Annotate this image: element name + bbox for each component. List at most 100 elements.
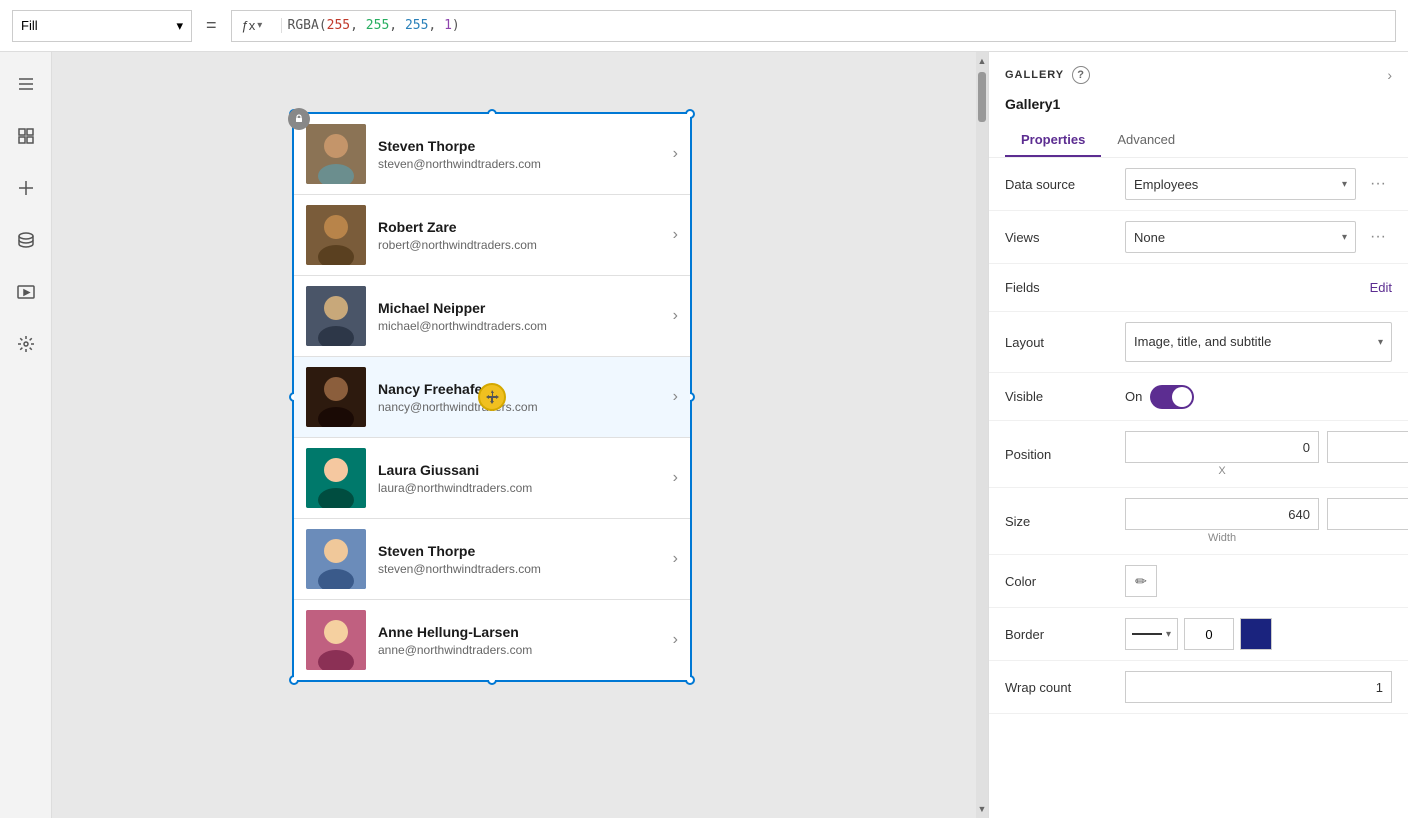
fx-label: ƒx ▾	[242, 18, 282, 33]
item-email: nancy@northwindtraders.com	[378, 400, 665, 414]
data-source-more[interactable]: ···	[1364, 170, 1392, 198]
data-source-control: Employees ▾ ···	[1125, 168, 1392, 200]
wrap-count-label: Wrap count	[1005, 680, 1125, 695]
sidebar-media[interactable]	[10, 276, 42, 308]
sidebar-hamburger[interactable]	[10, 68, 42, 100]
fill-dropdown[interactable]: Fill ▾	[12, 10, 192, 42]
lock-icon[interactable]	[288, 108, 310, 130]
scroll-thumb[interactable]	[978, 72, 986, 122]
canvas-scrollbar[interactable]: ▲ ▼	[976, 52, 988, 818]
visible-toggle-container: On	[1125, 385, 1194, 409]
scroll-up-arrow[interactable]: ▲	[976, 52, 988, 70]
item-email: laura@northwindtraders.com	[378, 481, 665, 495]
visible-toggle[interactable]	[1150, 385, 1194, 409]
views-label: Views	[1005, 230, 1125, 245]
layout-value: Image, title, and subtitle	[1134, 334, 1271, 350]
tab-properties[interactable]: Properties	[1005, 124, 1101, 157]
item-info: Anne Hellung-Larsen anne@northwindtrader…	[378, 624, 665, 657]
gallery-item[interactable]: Laura Giussani laura@northwindtraders.co…	[294, 438, 690, 519]
prop-fields: Fields Edit	[989, 264, 1408, 312]
wrap-count-input[interactable]	[1125, 671, 1392, 703]
data-source-chevron: ▾	[1342, 179, 1347, 190]
position-inputs: X Y	[1125, 431, 1408, 477]
views-chevron: ▾	[1342, 232, 1347, 243]
visible-control: On	[1125, 385, 1392, 409]
gallery-item[interactable]: Steven Thorpe steven@northwindtraders.co…	[294, 519, 690, 600]
border-label: Border	[1005, 627, 1125, 642]
item-name: Anne Hellung-Larsen	[378, 624, 665, 640]
panel-body: Data source Employees ▾ ··· Views None ▾	[989, 158, 1408, 818]
gallery-item[interactable]: Anne Hellung-Larsen anne@northwindtrader…	[294, 600, 690, 680]
item-name: Laura Giussani	[378, 462, 665, 478]
color-label: Color	[1005, 574, 1125, 589]
prop-visible: Visible On	[989, 373, 1408, 421]
formula-bar[interactable]: ƒx ▾ RGBA(255, 255, 255, 1)	[231, 10, 1396, 42]
border-width-input[interactable]	[1184, 618, 1234, 650]
canvas-area[interactable]: Steven Thorpe steven@northwindtraders.co…	[52, 52, 988, 818]
item-email: steven@northwindtraders.com	[378, 157, 665, 171]
size-width-group: Width	[1125, 498, 1319, 544]
tab-advanced[interactable]: Advanced	[1101, 124, 1191, 157]
border-inputs: ▾	[1125, 618, 1392, 650]
item-info: Steven Thorpe steven@northwindtraders.co…	[378, 543, 665, 576]
panel-title-text: GALLERY	[1005, 69, 1064, 81]
wrap-count-control	[1125, 671, 1392, 703]
gallery-widget[interactable]: Steven Thorpe steven@northwindtraders.co…	[292, 112, 692, 682]
left-sidebar	[0, 52, 52, 818]
size-width-input[interactable]	[1125, 498, 1319, 530]
position-y-input[interactable]	[1327, 431, 1408, 463]
size-width-label: Width	[1125, 532, 1319, 544]
sidebar-database[interactable]	[10, 224, 42, 256]
gallery-item[interactable]: Michael Neipper michael@northwindtraders…	[294, 276, 690, 357]
sidebar-add[interactable]	[10, 172, 42, 204]
scroll-down-arrow[interactable]: ▼	[976, 800, 988, 818]
border-style-chevron: ▾	[1166, 629, 1171, 640]
right-panel: GALLERY ? › Gallery1 Properties Advanced	[988, 52, 1408, 818]
item-avatar	[306, 286, 366, 346]
views-more[interactable]: ···	[1364, 223, 1392, 251]
item-name: Robert Zare	[378, 219, 665, 235]
position-label: Position	[1005, 447, 1125, 462]
size-height-label: Height	[1327, 532, 1408, 544]
sidebar-layers[interactable]	[10, 120, 42, 152]
formula-text: RGBA(255, 255, 255, 1)	[288, 18, 460, 33]
sidebar-tools[interactable]	[10, 328, 42, 360]
gallery-items-list: Steven Thorpe steven@northwindtraders.co…	[294, 114, 690, 680]
panel-gallery-name: Gallery1	[1005, 96, 1392, 112]
layout-select[interactable]: Image, title, and subtitle ▾	[1125, 322, 1392, 362]
position-x-input[interactable]	[1125, 431, 1319, 463]
panel-tabs: Properties Advanced	[1005, 124, 1392, 157]
equals-sign: =	[200, 15, 223, 36]
item-chevron-icon: ›	[673, 307, 678, 325]
gallery-item[interactable]: Nancy Freehafer nancy@northwindtraders.c…	[294, 357, 690, 438]
size-height-group: Height	[1327, 498, 1408, 544]
move-cursor	[478, 383, 506, 411]
item-info: Michael Neipper michael@northwindtraders…	[378, 300, 665, 333]
item-avatar	[306, 205, 366, 265]
prop-color: Color ✏	[989, 555, 1408, 608]
views-select[interactable]: None ▾	[1125, 221, 1356, 253]
gallery-item[interactable]: Steven Thorpe steven@northwindtraders.co…	[294, 114, 690, 195]
item-chevron-icon: ›	[673, 145, 678, 163]
visible-label: Visible	[1005, 389, 1125, 404]
gallery-item[interactable]: Robert Zare robert@northwindtraders.com …	[294, 195, 690, 276]
item-email: steven@northwindtraders.com	[378, 562, 665, 576]
border-color-swatch[interactable]	[1240, 618, 1272, 650]
color-swatch[interactable]: ✏	[1125, 565, 1157, 597]
size-label: Size	[1005, 514, 1125, 529]
item-email: michael@northwindtraders.com	[378, 319, 665, 333]
item-chevron-icon: ›	[673, 550, 678, 568]
layout-control: Image, title, and subtitle ▾	[1125, 322, 1392, 362]
item-info: Laura Giussani laura@northwindtraders.co…	[378, 462, 665, 495]
panel-collapse-button[interactable]: ›	[1387, 67, 1392, 83]
panel-help-button[interactable]: ?	[1072, 66, 1090, 84]
item-info: Nancy Freehafer nancy@northwindtraders.c…	[378, 381, 665, 414]
size-height-input[interactable]	[1327, 498, 1408, 530]
fields-edit-link[interactable]: Edit	[1370, 280, 1392, 295]
position-control: X Y	[1125, 431, 1408, 477]
panel-title: GALLERY ?	[1005, 66, 1090, 84]
item-name: Michael Neipper	[378, 300, 665, 316]
data-source-select[interactable]: Employees ▾	[1125, 168, 1356, 200]
border-style-select[interactable]: ▾	[1125, 618, 1178, 650]
item-avatar	[306, 124, 366, 184]
